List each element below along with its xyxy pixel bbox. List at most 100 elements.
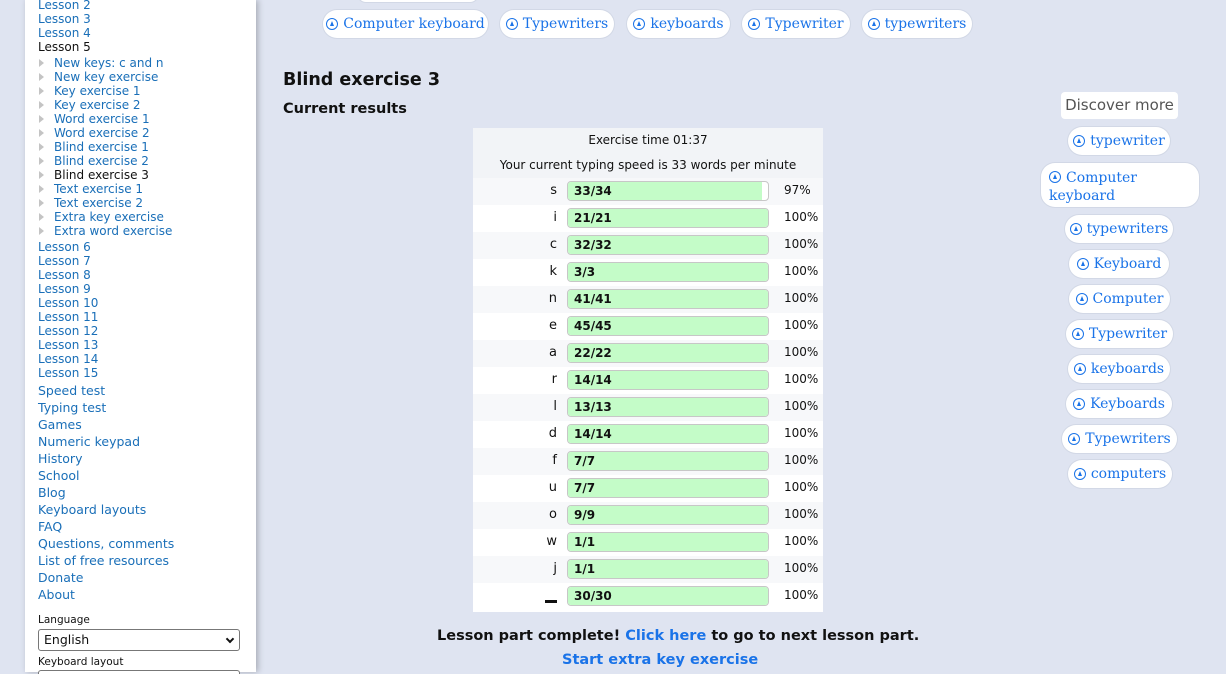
triangle-right-icon [39, 212, 44, 221]
sidebar-lesson-link[interactable]: Lesson 9 [38, 282, 91, 296]
lesson-part-item[interactable]: Extra key exercise [39, 210, 164, 224]
lesson-part-item[interactable]: Extra word exercise [39, 224, 172, 238]
result-row: c 32/32 100% [473, 232, 823, 259]
language-select[interactable]: English [38, 629, 240, 651]
lesson-part-label: New key exercise [54, 70, 159, 84]
discover-pill-computers[interactable]: computers [1068, 460, 1172, 488]
discover-pill-computer[interactable]: Computer [1069, 285, 1170, 313]
keyboard-layout-select[interactable] [38, 670, 240, 674]
chevron-down-icon [225, 634, 235, 644]
sidebar-site-link[interactable]: History [38, 451, 82, 466]
sidebar-lesson-link[interactable]: Lesson 7 [38, 254, 91, 268]
result-count: 13/13 [574, 400, 612, 414]
result-count: 41/41 [574, 292, 612, 306]
result-row: w 1/1 100% [473, 529, 823, 556]
result-progress-fill [568, 506, 768, 524]
sidebar-site-link[interactable]: Keyboard layouts [38, 502, 146, 517]
result-row: s 33/34 97% [473, 178, 823, 205]
language-value: English [44, 632, 90, 647]
sidebar-site-link[interactable]: FAQ [38, 519, 62, 534]
lesson-part-item[interactable]: Word exercise 1 [39, 112, 150, 126]
discover-pill-typewriters-cap[interactable]: Typewriters [1062, 425, 1177, 453]
arrow-up-circle-icon [748, 18, 761, 30]
typing-speed: Your current typing speed is 33 words pe… [473, 153, 823, 178]
sidebar-site-link[interactable]: About [38, 587, 75, 602]
top-pill-typewriters[interactable]: Typewriters [500, 10, 614, 38]
sidebar-site-link[interactable]: Blog [38, 485, 66, 500]
discover-pill-keyboard[interactable]: Keyboard [1069, 250, 1169, 278]
lesson-part-item[interactable]: Text exercise 1 [39, 182, 143, 196]
lesson-part-item[interactable]: Key exercise 1 [39, 84, 141, 98]
result-progress-bar: 22/22 [567, 343, 769, 363]
extra-key-exercise-link[interactable]: Start extra key exercise [562, 652, 758, 668]
result-key: l [553, 399, 557, 414]
sidebar-lesson-link[interactable]: Lesson 14 [38, 352, 98, 366]
sidebar-lesson-link[interactable]: Lesson 11 [38, 310, 98, 324]
discover-pill-keyboards[interactable]: keyboards [1068, 355, 1170, 383]
sidebar-site-link[interactable]: Numeric keypad [38, 434, 140, 449]
sidebar-site-link[interactable]: Typing test [38, 400, 106, 415]
lesson-part-item[interactable]: Word exercise 2 [39, 126, 150, 140]
arrow-up-circle-icon [1075, 293, 1088, 305]
sidebar-lesson-4[interactable]: Lesson 4 [38, 26, 91, 40]
sidebar-site-link[interactable]: Questions, comments [38, 536, 174, 551]
lesson-part-label: Text exercise 1 [54, 182, 144, 196]
lesson-part-item[interactable]: Blind exercise 2 [39, 154, 149, 168]
sidebar-lesson-link[interactable]: Lesson 10 [38, 296, 98, 310]
lesson-part-item[interactable]: Text exercise 2 [39, 196, 143, 210]
lesson-part-label: Extra word exercise [54, 224, 173, 238]
result-row: i 21/21 100% [473, 205, 823, 232]
discover-pill-typewriter[interactable]: typewriter [1068, 127, 1170, 155]
lesson-part-item[interactable]: Blind exercise 3 [39, 168, 149, 182]
result-percent: 100% [784, 426, 819, 440]
sidebar-lesson-link[interactable]: Lesson 15 [38, 366, 98, 380]
lesson-part-item[interactable]: New keys: c and n [39, 56, 164, 70]
discover-pill-typewriters[interactable]: typewriters [1065, 215, 1173, 243]
result-count: 14/14 [574, 373, 612, 387]
sidebar-current-lesson[interactable]: Lesson 5 [38, 40, 91, 54]
sidebar-site-link[interactable]: Donate [38, 570, 83, 585]
result-progress-bar: 14/14 [567, 424, 769, 444]
next-lesson-link[interactable]: Click here [625, 628, 706, 644]
lesson-part-item[interactable]: Key exercise 2 [39, 98, 141, 112]
sidebar-site-link[interactable]: List of free resources [38, 553, 169, 568]
result-percent: 100% [784, 507, 819, 521]
lesson-part-label: Blind exercise 1 [54, 140, 149, 154]
lesson-part-item[interactable]: New key exercise [39, 70, 158, 84]
result-count: 1/1 [574, 562, 596, 576]
result-count: 33/34 [574, 184, 612, 198]
arrow-up-circle-icon [1049, 171, 1061, 183]
sidebar-lesson-2[interactable]: Lesson 2 [38, 0, 91, 12]
top-pill-partial[interactable] [358, 0, 478, 2]
result-progress-bar: 1/1 [567, 559, 769, 579]
discover-pill-typewriter-cap[interactable]: Typewriter [1066, 320, 1173, 348]
result-row: r 14/14 100% [473, 367, 823, 394]
sidebar-site-link[interactable]: School [38, 468, 80, 483]
sidebar-lesson-link[interactable]: Lesson 8 [38, 268, 91, 282]
discover-pill-computer-keyboard[interactable]: Computer keyboard [1041, 163, 1199, 207]
sidebar-lesson-link[interactable]: Lesson 13 [38, 338, 98, 352]
top-pill-keyboards[interactable]: keyboards [627, 10, 730, 38]
lesson-part-item[interactable]: Blind exercise 1 [39, 140, 149, 154]
result-row: o 9/9 100% [473, 502, 823, 529]
result-progress-bar: 13/13 [567, 397, 769, 417]
triangle-right-icon [39, 142, 44, 151]
top-pill-computer-keyboard[interactable]: Computer keyboard [323, 10, 488, 38]
top-pill-typewriters-lower[interactable]: typewriters [862, 10, 972, 38]
result-count: 45/45 [574, 319, 612, 333]
lesson-complete-message: Lesson part complete! Click here to go t… [437, 628, 919, 644]
result-key: e [549, 318, 557, 333]
sidebar-site-link[interactable]: Games [38, 417, 82, 432]
result-progress-fill [568, 533, 768, 551]
result-row: l 13/13 100% [473, 394, 823, 421]
discover-pill-keyboards-cap[interactable]: Keyboards [1066, 390, 1172, 418]
top-pill-typewriter[interactable]: Typewriter [742, 10, 850, 38]
result-percent: 100% [784, 210, 819, 224]
arrow-up-circle-icon [867, 18, 880, 30]
sidebar-lesson-link[interactable]: Lesson 12 [38, 324, 98, 338]
sidebar-site-link[interactable]: Speed test [38, 383, 105, 398]
complete-suffix: to go to next lesson part. [711, 628, 920, 644]
sidebar-lesson-link[interactable]: Lesson 6 [38, 240, 91, 254]
lesson-part-label: Blind exercise 2 [54, 154, 149, 168]
sidebar-lesson-3[interactable]: Lesson 3 [38, 12, 91, 26]
